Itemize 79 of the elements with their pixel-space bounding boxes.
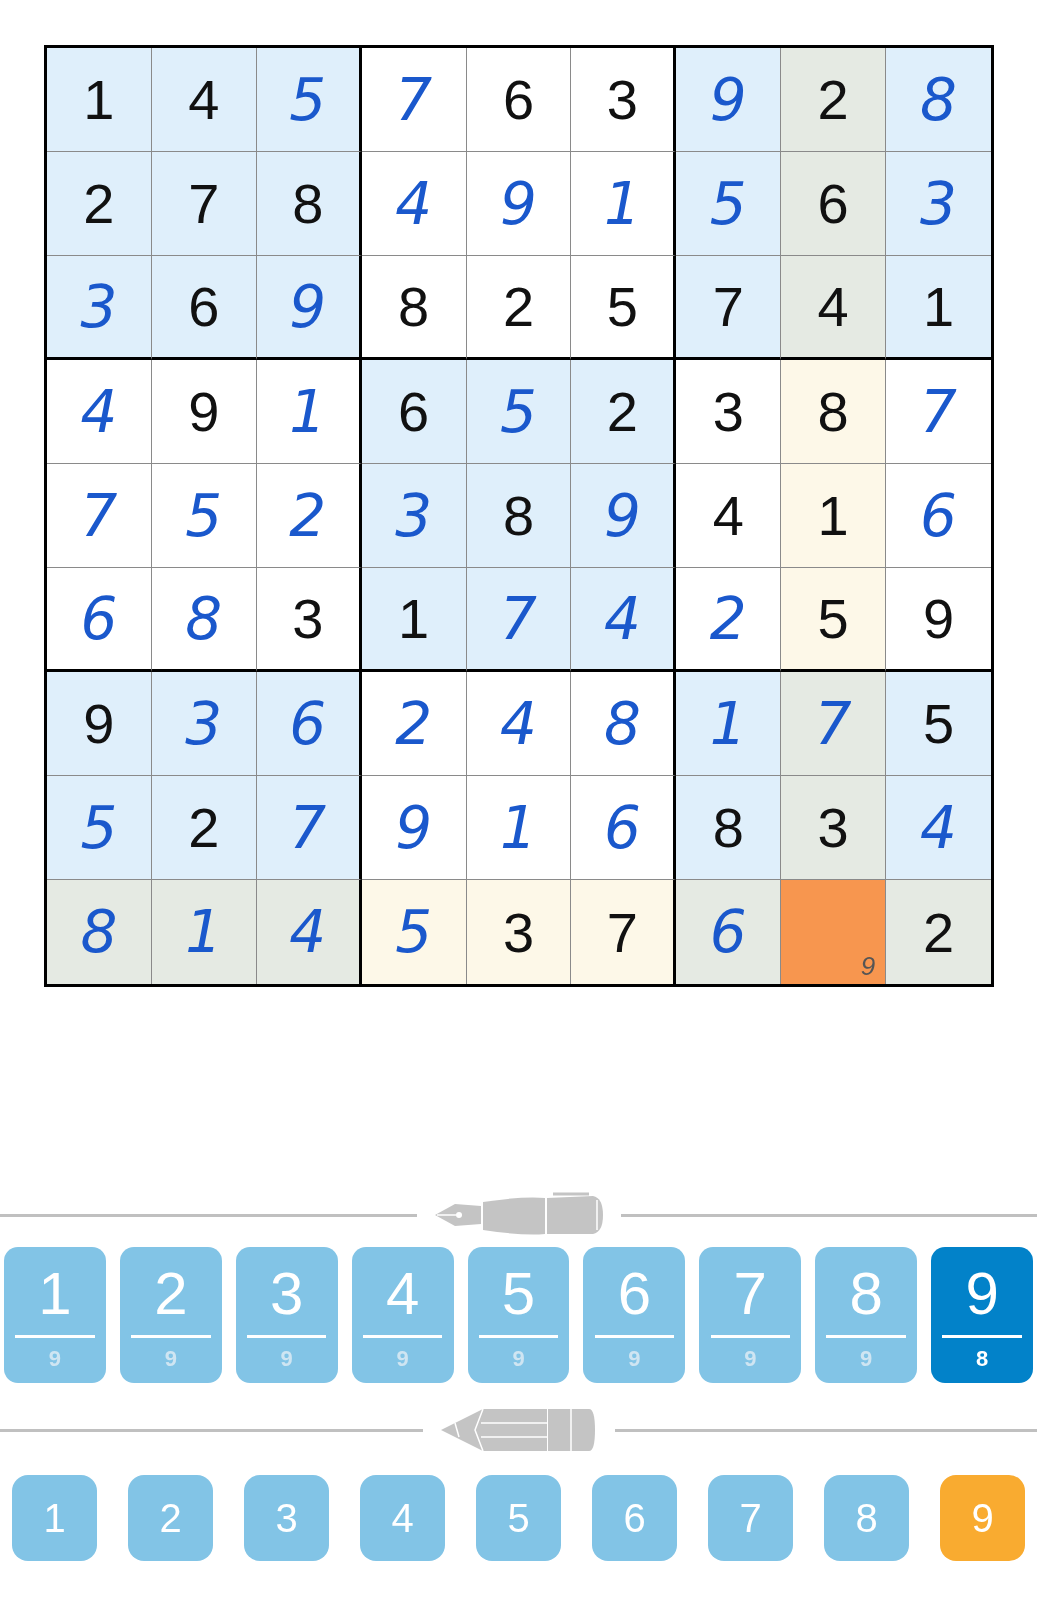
grid-cell[interactable]: 2 xyxy=(676,568,782,672)
grid-cell[interactable]: 7 xyxy=(466,568,572,672)
grid-cell[interactable]: 3 xyxy=(886,152,991,256)
grid-cell[interactable]: 8 xyxy=(361,256,467,360)
grid-cell[interactable]: 2 xyxy=(886,880,991,984)
grid-cell[interactable]: 6 xyxy=(571,776,677,880)
grid-cell[interactable]: 1 xyxy=(886,256,991,360)
grid-cell[interactable]: 9 xyxy=(361,776,467,880)
grid-cell[interactable]: 6 xyxy=(781,152,887,256)
grid-cell[interactable]: 2 xyxy=(781,48,887,152)
grid-cell[interactable]: 3 xyxy=(466,880,572,984)
grid-cell[interactable]: 7 xyxy=(781,672,887,776)
grid-cell[interactable]: 5 xyxy=(256,48,362,152)
grid-cell[interactable]: 2 xyxy=(47,152,152,256)
grid-cell[interactable]: 5 xyxy=(571,256,677,360)
grid-cell[interactable]: 4 xyxy=(886,776,991,880)
grid-cell[interactable]: 3 xyxy=(47,256,152,360)
grid-cell[interactable]: 4 xyxy=(571,568,677,672)
grid-cell[interactable]: 5 xyxy=(361,880,467,984)
grid-cell[interactable]: 1 xyxy=(466,776,572,880)
grid-cell[interactable]: 3 xyxy=(256,568,362,672)
grid-cell[interactable]: 2 xyxy=(361,672,467,776)
grid-cell[interactable]: 3 xyxy=(676,360,782,464)
grid-cell[interactable]: 5 xyxy=(676,152,782,256)
grid-cell[interactable]: 7 xyxy=(151,152,257,256)
grid-cell[interactable]: 1 xyxy=(781,464,887,568)
grid-cell[interactable]: 4 xyxy=(781,256,887,360)
grid-cell[interactable]: 9 xyxy=(571,464,677,568)
grid-cell[interactable]: 1 xyxy=(256,360,362,464)
grid-cell[interactable]: 4 xyxy=(151,48,257,152)
grid-cell[interactable]: 7 xyxy=(47,464,152,568)
grid-cell[interactable]: 2 xyxy=(256,464,362,568)
number-key[interactable]: 9 8 xyxy=(931,1247,1033,1383)
grid-cell[interactable]: 9 xyxy=(781,880,887,984)
grid-cell[interactable]: 9 xyxy=(676,48,782,152)
grid-cell[interactable]: 5 xyxy=(466,360,572,464)
grid-cell[interactable]: 2 xyxy=(466,256,572,360)
grid-cell[interactable]: 1 xyxy=(47,48,152,152)
grid-cell[interactable]: 8 xyxy=(571,672,677,776)
grid-cell[interactable]: 6 xyxy=(361,360,467,464)
grid-cell[interactable]: 1 xyxy=(571,152,677,256)
grid-cell[interactable]: 8 xyxy=(886,48,991,152)
grid-cell[interactable]: 6 xyxy=(47,568,152,672)
grid-cell[interactable]: 4 xyxy=(361,152,467,256)
grid-cell[interactable]: 7 xyxy=(361,48,467,152)
grid-cell[interactable]: 4 xyxy=(47,360,152,464)
grid-cell[interactable]: 8 xyxy=(47,880,152,984)
grid-cell[interactable]: 5 xyxy=(151,464,257,568)
grid-cell[interactable]: 2 xyxy=(571,360,677,464)
grid-cell[interactable]: 7 xyxy=(256,776,362,880)
grid-cell[interactable]: 6 xyxy=(676,880,782,984)
grid-cell[interactable]: 1 xyxy=(361,568,467,672)
grid-cell[interactable]: 9 xyxy=(151,360,257,464)
grid-cell[interactable]: 8 xyxy=(151,568,257,672)
grid-cell[interactable]: 9 xyxy=(466,152,572,256)
grid-cell[interactable]: 5 xyxy=(781,568,887,672)
grid-cell[interactable]: 6 xyxy=(466,48,572,152)
grid-cell[interactable]: 3 xyxy=(361,464,467,568)
grid-cell[interactable]: 3 xyxy=(151,672,257,776)
grid-cell[interactable]: 2 xyxy=(151,776,257,880)
grid-cell[interactable]: 1 xyxy=(676,672,782,776)
grid-cell[interactable]: 8 xyxy=(256,152,362,256)
grid-cell[interactable]: 5 xyxy=(886,672,991,776)
grid-cell[interactable]: 8 xyxy=(466,464,572,568)
grid-cell[interactable]: 3 xyxy=(781,776,887,880)
grid-cell[interactable]: 8 xyxy=(781,360,887,464)
grid-cell[interactable]: 9 xyxy=(47,672,152,776)
grid-cell[interactable]: 1 xyxy=(151,880,257,984)
grid-cell[interactable]: 4 xyxy=(466,672,572,776)
grid-cell[interactable]: 7 xyxy=(676,256,782,360)
grid-cell[interactable]: 7 xyxy=(571,880,677,984)
grid-cell[interactable]: 6 xyxy=(151,256,257,360)
grid-cell[interactable]: 3 xyxy=(571,48,677,152)
grid-cell[interactable]: 4 xyxy=(256,880,362,984)
grid-cell[interactable]: 9 xyxy=(256,256,362,360)
grid-cell[interactable]: 6 xyxy=(256,672,362,776)
grid-cell[interactable]: 5 xyxy=(47,776,152,880)
grid-cell[interactable]: 4 xyxy=(676,464,782,568)
grid-cell[interactable]: 8 xyxy=(676,776,782,880)
